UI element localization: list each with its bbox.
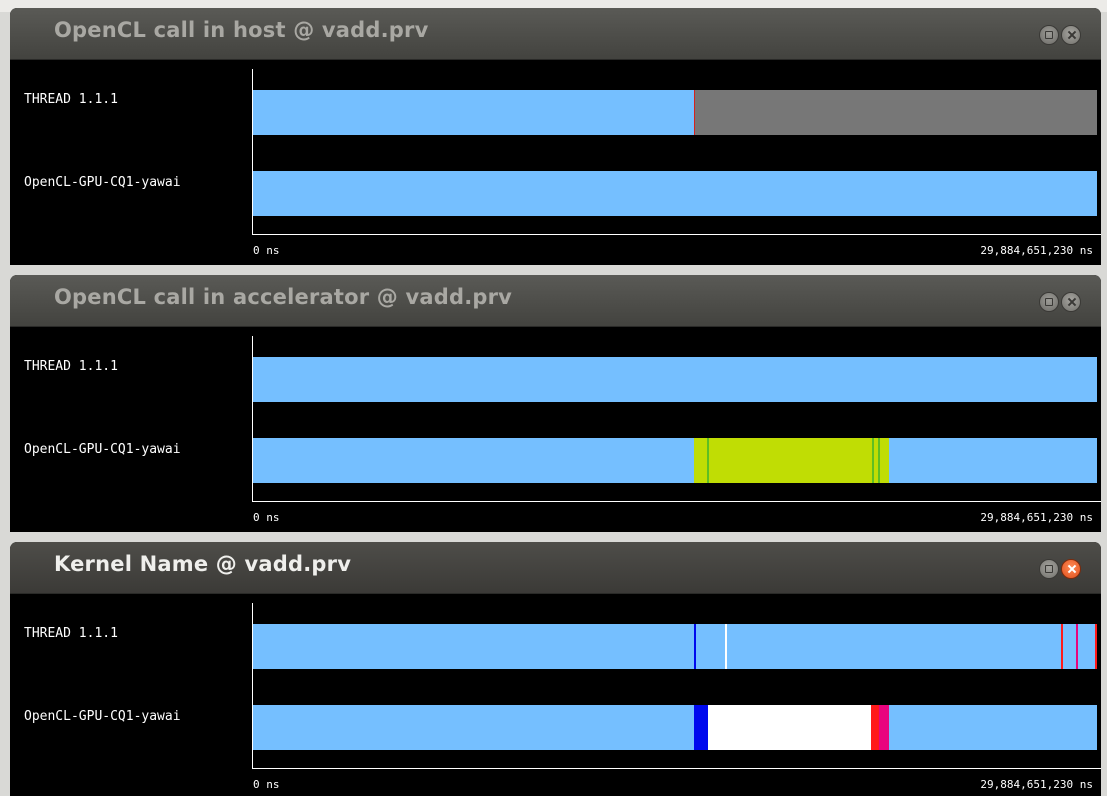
timeline-state-segment[interactable] (871, 705, 879, 750)
row-label-thread: THREAD 1.1.1 (24, 626, 118, 641)
timeline-state-segment[interactable] (725, 624, 727, 669)
timeline-state-segment[interactable] (872, 438, 874, 483)
timeline-state-segment[interactable] (253, 705, 1097, 750)
timeline-state-segment[interactable] (878, 438, 880, 483)
maximize-icon[interactable] (1039, 559, 1059, 579)
close-icon[interactable] (1061, 559, 1081, 579)
window-titlebar[interactable]: Kernel Name @ vadd.prv (10, 542, 1101, 594)
axis-end-label: 29,884,651,230 ns (980, 511, 1093, 524)
timeline-state-segment[interactable] (707, 438, 709, 483)
timeline-window-host-calls[interactable]: OpenCL call in host @ vadd.prv THREAD 1.… (10, 8, 1101, 265)
timeline-row-thread[interactable] (253, 624, 1097, 669)
timeline-state-segment[interactable] (1061, 624, 1063, 669)
timeline-state-segment[interactable] (253, 438, 1097, 483)
close-icon[interactable] (1061, 25, 1081, 45)
timeline-state-segment[interactable] (694, 624, 696, 669)
timeline-state-segment[interactable] (253, 171, 1097, 216)
maximize-icon[interactable] (1039, 25, 1059, 45)
axis-start-label: 0 ns (253, 511, 280, 524)
window-titlebar[interactable]: OpenCL call in accelerator @ vadd.prv (10, 275, 1101, 327)
timeline-state-segment[interactable] (708, 705, 871, 750)
timeline-row-gpu-queue[interactable] (253, 438, 1097, 483)
timeline-state-segment[interactable] (253, 624, 1097, 669)
timeline-state-segment[interactable] (253, 357, 1097, 402)
timeline-state-segment[interactable] (1076, 624, 1078, 669)
row-label-gpu-queue: OpenCL-GPU-CQ1-yawai (24, 175, 181, 190)
maximize-icon[interactable] (1039, 292, 1059, 312)
timeline-row-gpu-queue[interactable] (253, 171, 1097, 216)
timeline-x-axis (252, 234, 1101, 235)
timeline-state-segment[interactable] (879, 705, 889, 750)
window-title: OpenCL call in host @ vadd.prv (54, 18, 429, 42)
timeline-state-segment[interactable] (694, 705, 708, 750)
window-title: OpenCL call in accelerator @ vadd.prv (54, 285, 513, 309)
row-label-thread: THREAD 1.1.1 (24, 359, 118, 374)
timeline-state-segment[interactable] (1095, 624, 1097, 669)
timeline-state-segment[interactable] (694, 438, 889, 483)
timeline-x-axis (252, 768, 1101, 769)
row-label-gpu-queue: OpenCL-GPU-CQ1-yawai (24, 442, 181, 457)
timeline-state-segment[interactable] (695, 90, 1097, 135)
timeline-x-axis (252, 501, 1101, 502)
timeline-row-gpu-queue[interactable] (253, 705, 1097, 750)
row-label-gpu-queue: OpenCL-GPU-CQ1-yawai (24, 709, 181, 724)
axis-end-label: 29,884,651,230 ns (980, 244, 1093, 257)
window-title: Kernel Name @ vadd.prv (54, 552, 352, 576)
timeline-row-thread[interactable] (253, 90, 1097, 135)
timeline-state-segment[interactable] (253, 90, 694, 135)
timeline-row-thread[interactable] (253, 357, 1097, 402)
window-titlebar[interactable]: OpenCL call in host @ vadd.prv (10, 8, 1101, 60)
timeline-window-accelerator-calls[interactable]: OpenCL call in accelerator @ vadd.prv TH… (10, 275, 1101, 532)
timeline-window-kernel-name[interactable]: Kernel Name @ vadd.prv THREAD 1.1.1 Open… (10, 542, 1101, 796)
axis-start-label: 0 ns (253, 778, 280, 791)
row-label-thread: THREAD 1.1.1 (24, 92, 118, 107)
axis-start-label: 0 ns (253, 244, 280, 257)
close-icon[interactable] (1061, 292, 1081, 312)
axis-end-label: 29,884,651,230 ns (980, 778, 1093, 791)
